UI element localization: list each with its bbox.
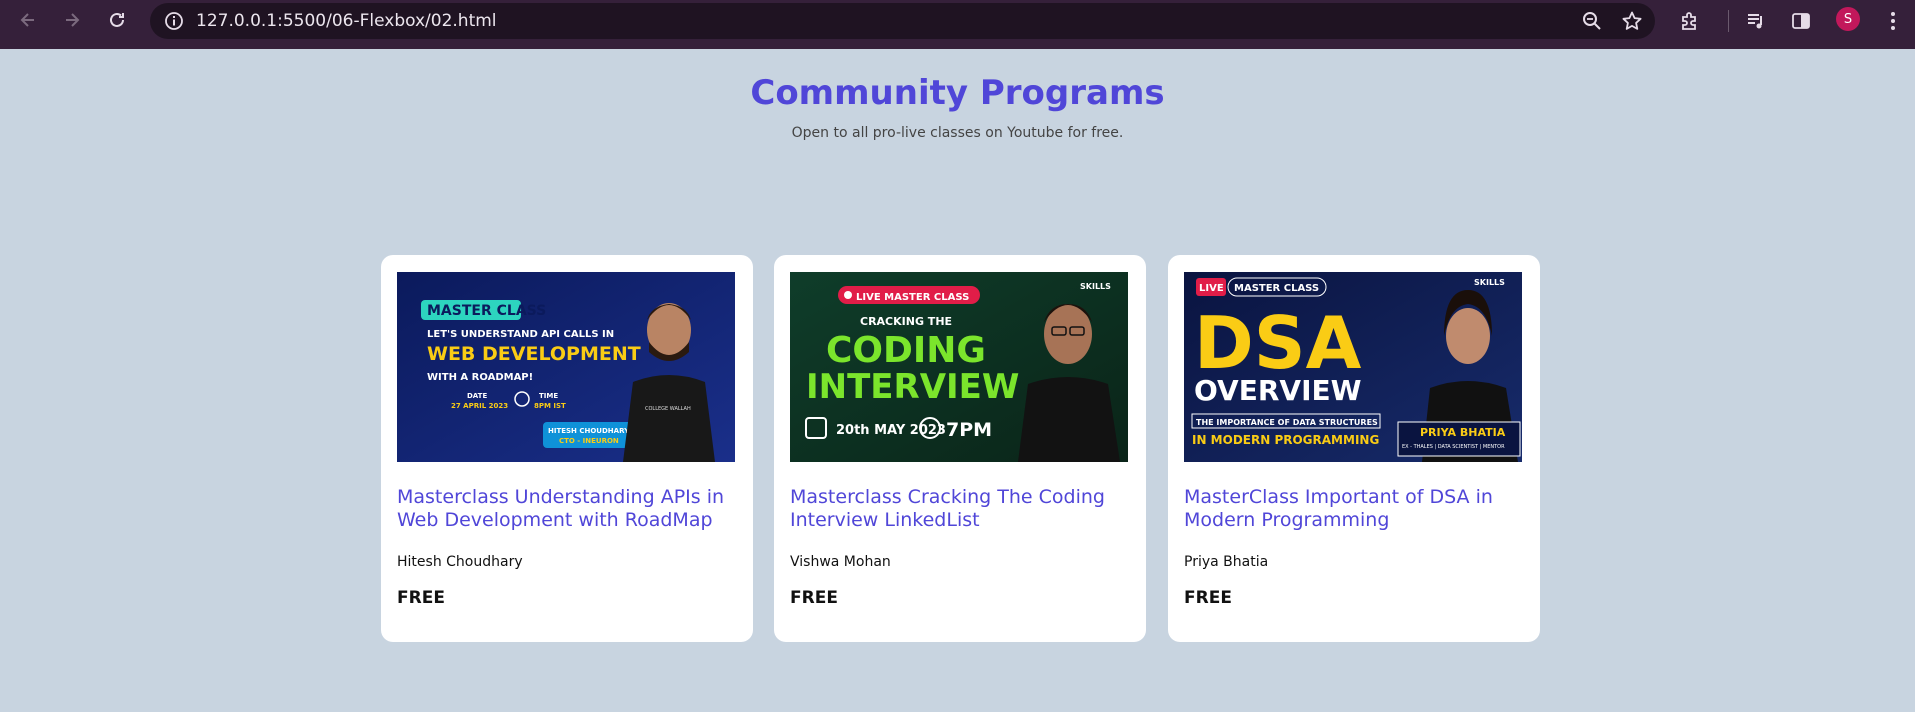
page-title: Community Programs xyxy=(750,73,1165,113)
thumbnail-dsa-overview: LIVE MASTER CLASS SKILLS DSA OVERVIEW TH… xyxy=(1184,272,1522,462)
svg-text:THE IMPORTANCE OF DATA STRUCTU: THE IMPORTANCE OF DATA STRUCTURES xyxy=(1196,418,1378,427)
star-icon[interactable] xyxy=(1621,10,1643,32)
svg-text:DATE: DATE xyxy=(467,392,487,400)
page-subtitle: Open to all pro-live classes on Youtube … xyxy=(791,125,1124,141)
svg-text:TIME: TIME xyxy=(539,392,558,400)
media-icon xyxy=(1748,14,1762,29)
svg-text:CTO - INEURON: CTO - INEURON xyxy=(559,437,619,445)
svg-text:8PM IST: 8PM IST xyxy=(534,402,566,410)
card-title[interactable]: MasterClass Important of DSA in Modern P… xyxy=(1184,486,1529,532)
menu-icon[interactable] xyxy=(1883,8,1903,34)
card-thumbnail[interactable]: LIVE MASTER CLASS SKILLS CRACKING THE CO… xyxy=(790,272,1128,462)
card-author: Priya Bhatia xyxy=(1184,554,1269,570)
back-arrow-icon xyxy=(20,13,34,27)
card-title[interactable]: Masterclass Cracking The Coding Intervie… xyxy=(790,486,1135,532)
side-panel-icon xyxy=(1792,13,1810,29)
svg-text:OVERVIEW: OVERVIEW xyxy=(1194,374,1362,407)
svg-text:WEB DEVELOPMENT: WEB DEVELOPMENT xyxy=(427,343,641,365)
profile-avatar[interactable]: S xyxy=(1836,7,1860,31)
reload-button[interactable] xyxy=(95,0,139,40)
svg-text:CRACKING THE: CRACKING THE xyxy=(860,315,952,328)
media-button[interactable] xyxy=(1743,8,1769,34)
zoom-icon[interactable] xyxy=(1581,10,1603,32)
card-author: Vishwa Mohan xyxy=(790,554,891,570)
card-author: Hitesh Choudhary xyxy=(397,554,523,570)
svg-text:7PM: 7PM xyxy=(946,419,992,441)
svg-text:MASTER CLASS: MASTER CLASS xyxy=(1234,283,1319,294)
program-card[interactable]: LIVE MASTER CLASS SKILLS DSA OVERVIEW TH… xyxy=(1168,255,1540,642)
svg-text:INTERVIEW: INTERVIEW xyxy=(806,367,1019,407)
card-price: FREE xyxy=(1184,588,1232,608)
extensions-icon xyxy=(1682,12,1696,30)
reload-icon xyxy=(110,12,124,27)
svg-text:MASTER CLASS: MASTER CLASS xyxy=(427,303,546,319)
svg-text:IN MODERN PROGRAMMING: IN MODERN PROGRAMMING xyxy=(1192,433,1379,447)
back-button[interactable] xyxy=(6,0,50,40)
svg-text:LIVE: LIVE xyxy=(1199,283,1224,294)
page-content: Community Programs Open to all pro-live … xyxy=(0,49,1915,712)
site-info-icon[interactable] xyxy=(164,11,184,31)
card-thumbnail[interactable]: LIVE MASTER CLASS SKILLS DSA OVERVIEW TH… xyxy=(1184,272,1522,462)
card-price: FREE xyxy=(790,588,838,608)
forward-arrow-icon xyxy=(66,13,80,27)
svg-text:20th MAY 2023: 20th MAY 2023 xyxy=(836,423,946,438)
svg-text:EX - THALES | DATA SCIENTIST |: EX - THALES | DATA SCIENTIST | MENTOR xyxy=(1402,444,1505,450)
svg-text:LIVE MASTER CLASS: LIVE MASTER CLASS xyxy=(856,292,969,303)
card-title[interactable]: Masterclass Understanding APIs in Web De… xyxy=(397,486,742,532)
forward-button[interactable] xyxy=(50,0,94,40)
browser-toolbar: 127.0.0.1:5500/06-Flexbox/02.html S xyxy=(0,0,1915,49)
url-text: 127.0.0.1:5500/06-Flexbox/02.html xyxy=(196,11,497,31)
card-price: FREE xyxy=(397,588,445,608)
program-card[interactable]: LIVE MASTER CLASS SKILLS CRACKING THE CO… xyxy=(774,255,1146,642)
svg-text:SKILLS: SKILLS xyxy=(1080,282,1111,291)
address-bar[interactable]: 127.0.0.1:5500/06-Flexbox/02.html xyxy=(150,3,1655,39)
svg-text:PRIYA BHATIA: PRIYA BHATIA xyxy=(1420,426,1506,439)
thumbnail-web-development: MASTER CLASS LET'S UNDERSTAND API CALLS … xyxy=(397,272,735,462)
svg-text:LET'S UNDERSTAND API CALLS IN: LET'S UNDERSTAND API CALLS IN xyxy=(427,329,614,340)
card-thumbnail[interactable]: MASTER CLASS LET'S UNDERSTAND API CALLS … xyxy=(397,272,735,462)
svg-text:COLLEGE WALLAH: COLLEGE WALLAH xyxy=(645,406,691,412)
svg-text:27 APRIL 2023: 27 APRIL 2023 xyxy=(451,402,508,410)
svg-text:WITH A ROADMAP!: WITH A ROADMAP! xyxy=(427,372,533,383)
svg-text:HITESH CHOUDHARY: HITESH CHOUDHARY xyxy=(548,427,630,435)
svg-text:CODING: CODING xyxy=(826,330,986,371)
svg-text:SKILLS: SKILLS xyxy=(1474,278,1505,287)
program-card[interactable]: MASTER CLASS LET'S UNDERSTAND API CALLS … xyxy=(381,255,753,642)
svg-text:DSA: DSA xyxy=(1194,301,1362,385)
extensions-button[interactable] xyxy=(1677,8,1703,34)
side-panel-button[interactable] xyxy=(1788,8,1814,34)
toolbar-divider xyxy=(1728,10,1729,32)
thumbnail-coding-interview: LIVE MASTER CLASS SKILLS CRACKING THE CO… xyxy=(790,272,1128,462)
